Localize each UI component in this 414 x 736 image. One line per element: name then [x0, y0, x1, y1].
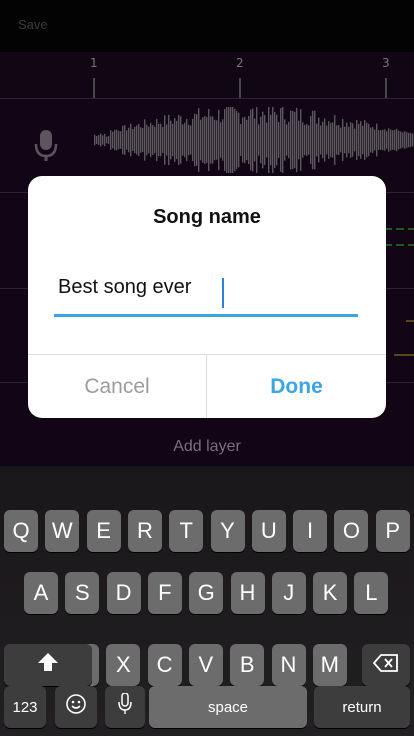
key-b[interactable]: B	[230, 644, 265, 686]
key-u[interactable]: U	[251, 510, 286, 552]
song-name-field[interactable]	[54, 276, 358, 317]
dialog-title: Song name	[153, 206, 261, 228]
song-name-dialog: Song name Cancel Done	[28, 176, 386, 418]
cancel-button[interactable]: Cancel	[28, 355, 206, 418]
emoji-key[interactable]	[55, 686, 97, 728]
key-n[interactable]: N	[271, 644, 306, 686]
shift-key[interactable]	[4, 644, 92, 686]
add-layer-button[interactable]: Add layer	[0, 438, 414, 456]
key-m[interactable]: M	[312, 644, 347, 686]
key-l[interactable]: L	[354, 572, 389, 614]
key-t[interactable]: T	[169, 510, 204, 552]
key-j[interactable]: J	[271, 572, 306, 614]
key-d[interactable]: D	[106, 572, 141, 614]
key-h[interactable]: H	[230, 572, 265, 614]
key-k[interactable]: K	[313, 572, 348, 614]
backspace-key[interactable]	[362, 644, 410, 686]
key-e[interactable]: E	[86, 510, 121, 552]
key-o[interactable]: O	[334, 510, 369, 552]
emoji-icon	[65, 693, 87, 721]
key-g[interactable]: G	[189, 572, 224, 614]
key-v[interactable]: V	[188, 644, 223, 686]
key-q[interactable]: Q	[4, 510, 38, 552]
key-y[interactable]: Y	[210, 510, 245, 552]
microphone-icon	[118, 692, 132, 721]
key-x[interactable]: X	[106, 644, 141, 686]
numbers-key[interactable]: 123	[4, 686, 46, 728]
space-key[interactable]: space	[149, 686, 307, 728]
return-key[interactable]: return	[314, 686, 410, 728]
key-s[interactable]: S	[65, 572, 100, 614]
shift-icon	[37, 652, 59, 678]
key-p[interactable]: P	[375, 510, 410, 552]
key-r[interactable]: R	[127, 510, 162, 552]
on-screen-keyboard: QWERTYUIOP ASDFGHJKL ZXCVBNM 123 space r…	[0, 466, 414, 736]
song-name-input[interactable]	[54, 276, 348, 299]
text-cursor	[222, 278, 224, 308]
done-button[interactable]: Done	[207, 355, 386, 418]
key-a[interactable]: A	[24, 572, 58, 614]
key-i[interactable]: I	[293, 510, 328, 552]
key-w[interactable]: W	[45, 510, 80, 552]
key-c[interactable]: C	[147, 644, 182, 686]
backspace-icon	[372, 652, 399, 678]
key-f[interactable]: F	[147, 572, 182, 614]
dictation-key[interactable]	[105, 686, 145, 728]
